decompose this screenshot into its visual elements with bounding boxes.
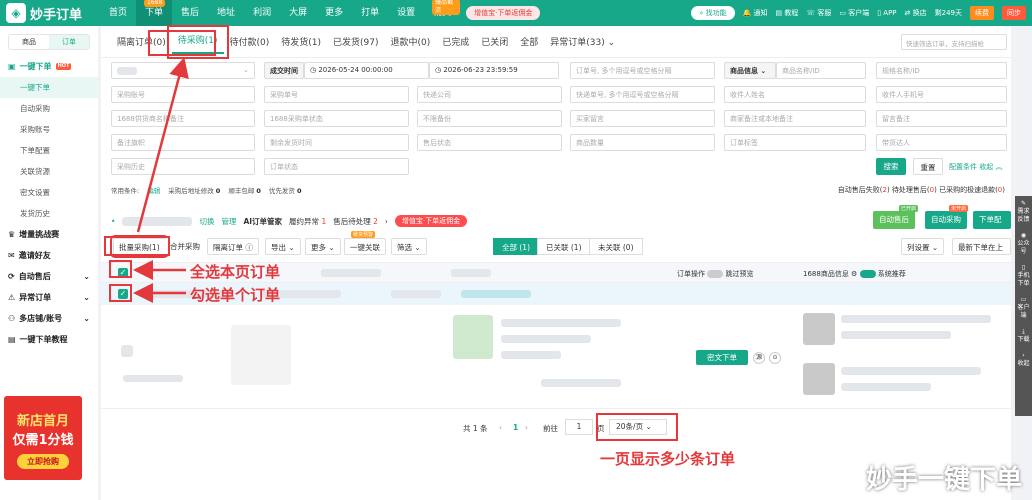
collapse-tool[interactable]: › 收起 [1015, 348, 1032, 372]
annotation-select-all: 全选本页订单 [190, 263, 281, 281]
download-tool[interactable]: ⤓ 下载 [1015, 324, 1032, 348]
mobile-tool[interactable]: ▯ 手机下单 [1015, 260, 1032, 292]
wechat-tool[interactable]: ◉ 公众号 [1015, 228, 1032, 260]
right-tool-strip: ✎ 需求反馈 ◉ 公众号 ▯ 手机下单 ▭ 客户端 ⤓ 下载 › 收起 [1015, 196, 1032, 416]
client-tool[interactable]: ▭ 客户端 [1015, 292, 1032, 324]
annotation-page-size: 一页显示多少条订单 [600, 450, 736, 468]
annotation-select-one: 勾选单个订单 [190, 286, 281, 304]
watermark: 妙手一键下单 [865, 465, 1022, 495]
annotation-arrows [133, 57, 189, 303]
feedback-tool[interactable]: ✎ 需求反馈 [1015, 196, 1032, 228]
